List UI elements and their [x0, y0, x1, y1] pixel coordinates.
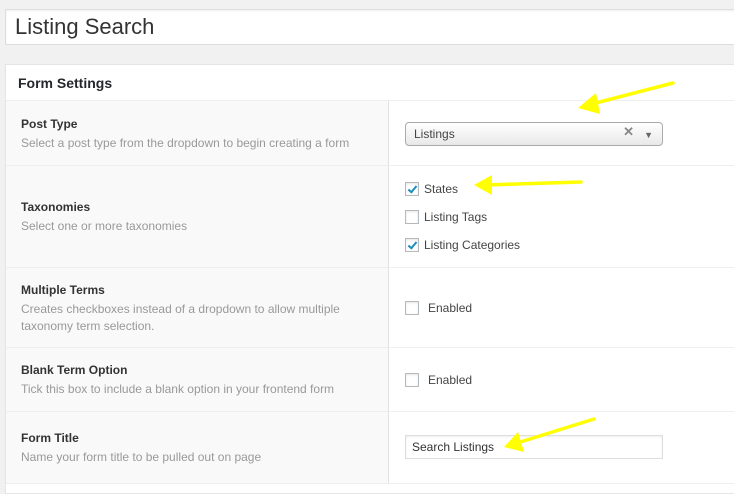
arrow-post-type — [578, 81, 675, 114]
arrow-form-title — [504, 417, 596, 452]
annotation-arrows — [474, 81, 675, 452]
arrow-states — [474, 175, 583, 195]
